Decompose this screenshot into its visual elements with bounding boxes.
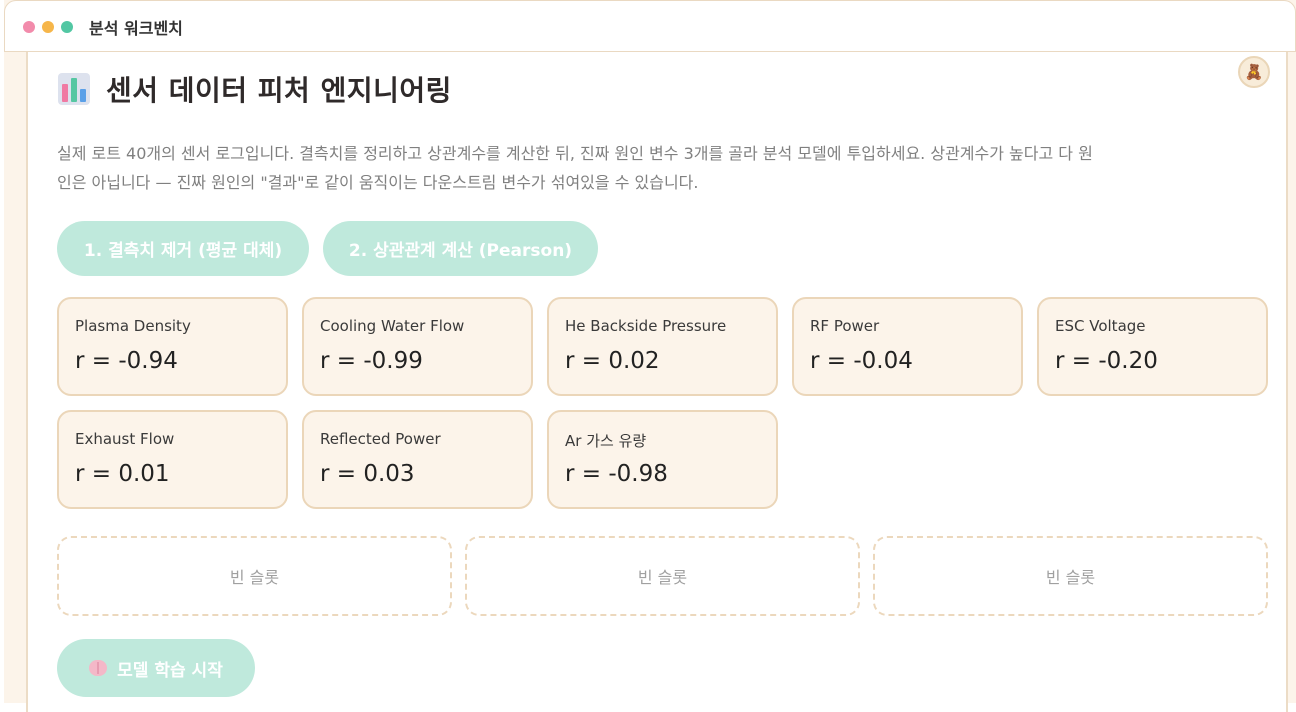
description-line: 실제 로트 40개의 센서 로그입니다. 결측치를 정리하고 상관계수를 계산한… — [57, 144, 1093, 163]
brain-icon — [89, 660, 108, 676]
feature-correlation: r = -0.99 — [320, 348, 423, 374]
description-line: 인은 아닙니다 — 진짜 원인의 "결과"로 같이 움직이는 다운스트림 변수가… — [57, 173, 699, 192]
feature-slot[interactable]: 빈 슬롯 — [873, 536, 1268, 616]
feature-name: Exhaust Flow — [75, 430, 175, 448]
feature-name: Ar 가스 유량 — [565, 432, 647, 450]
feature-card[interactable]: ESC Voltage r = -0.20 — [1037, 297, 1268, 396]
minimize-window-dot[interactable] — [42, 21, 54, 33]
feature-card[interactable]: He Backside Pressure r = 0.02 — [547, 297, 778, 396]
avatar[interactable]: 🧸 — [1238, 56, 1270, 88]
page-title: 센서 데이터 피처 엔지니어링 — [106, 74, 452, 107]
feature-card[interactable]: Exhaust Flow r = 0.01 — [57, 410, 288, 509]
bar-chart-icon — [58, 73, 90, 105]
feature-name: Cooling Water Flow — [320, 317, 465, 335]
feature-name: ESC Voltage — [1055, 317, 1146, 335]
feature-name: Plasma Density — [75, 317, 191, 335]
maximize-window-dot[interactable] — [61, 21, 73, 33]
feature-slot[interactable]: 빈 슬롯 — [465, 536, 860, 616]
feature-correlation: r = 0.01 — [75, 461, 170, 487]
feature-correlation: r = -0.04 — [810, 348, 913, 374]
app-window: 분석 워크벤치 🧸 센서 데이터 피처 엔지니어링 실제 로트 40개의 센서 … — [4, 0, 1296, 712]
feature-card[interactable]: RF Power r = -0.04 — [792, 297, 1023, 396]
feature-name: RF Power — [810, 317, 880, 335]
impute-missing-button[interactable]: 1. 결측치 제거 (평균 대체) — [57, 221, 309, 276]
feature-card[interactable]: Ar 가스 유량 r = -0.98 — [547, 410, 778, 509]
compute-correlation-button[interactable]: 2. 상관관계 계산 (Pearson) — [323, 221, 598, 276]
train-model-button[interactable]: 모델 학습 시작 — [57, 639, 255, 697]
feature-correlation: r = -0.98 — [565, 461, 668, 487]
feature-card[interactable]: Plasma Density r = -0.94 — [57, 297, 288, 396]
feature-name: Reflected Power — [320, 430, 441, 448]
page-heading: 센서 데이터 피처 엔지니어링 — [58, 69, 452, 109]
train-model-label: 모델 학습 시작 — [117, 660, 223, 681]
feature-correlation: r = 0.02 — [565, 348, 660, 374]
main-panel: 🧸 센서 데이터 피처 엔지니어링 실제 로트 40개의 센서 로그입니다. 결… — [26, 52, 1288, 712]
window-title: 분석 워크벤치 — [89, 19, 183, 38]
feature-card[interactable]: Reflected Power r = 0.03 — [302, 410, 533, 509]
feature-correlation: r = 0.03 — [320, 461, 415, 487]
title-bar: 분석 워크벤치 — [4, 0, 1296, 52]
feature-slot[interactable]: 빈 슬롯 — [57, 536, 452, 616]
feature-correlation: r = -0.20 — [1055, 348, 1158, 374]
close-window-dot[interactable] — [23, 21, 35, 33]
feature-card[interactable]: Cooling Water Flow r = -0.99 — [302, 297, 533, 396]
feature-name: He Backside Pressure — [565, 317, 727, 335]
feature-correlation: r = -0.94 — [75, 348, 178, 374]
page-description: 실제 로트 40개의 센서 로그입니다. 결측치를 정리하고 상관계수를 계산한… — [57, 139, 1257, 197]
